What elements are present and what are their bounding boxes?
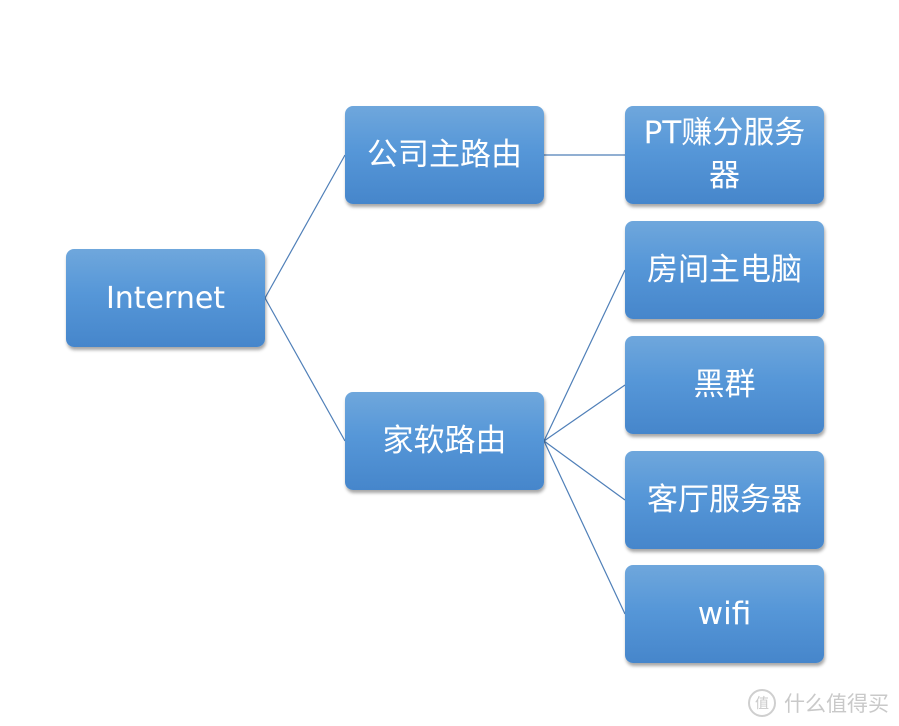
connector-home_router-nas <box>543 384 626 442</box>
node-home-router: 家软路由 <box>345 392 544 490</box>
connector-internet-company_router <box>264 154 346 299</box>
connector-home_router-living_server <box>543 440 626 501</box>
connector-home_router-wifi <box>543 440 626 615</box>
node-room-pc: 房间主电脑 <box>625 221 824 319</box>
node-internet: Internet <box>66 249 265 347</box>
node-label: 公司主路由 <box>367 136 522 173</box>
node-company-router: 公司主路由 <box>345 106 544 204</box>
node-label: 房间主电脑 <box>647 251 802 288</box>
connector-home_router-room_pc <box>543 269 626 442</box>
node-pt-server: PT赚分服务器 <box>625 106 824 204</box>
node-nas: 黑群 <box>625 336 824 434</box>
node-label: PT赚分服务器 <box>643 115 806 194</box>
node-living-server: 客厅服务器 <box>625 451 824 549</box>
watermark: 值 什么值得买 <box>748 688 889 718</box>
node-wifi: wifi <box>625 565 824 663</box>
node-label: 家软路由 <box>382 422 507 459</box>
node-label: wifi <box>697 595 752 632</box>
watermark-logo-icon: 值 <box>748 689 776 717</box>
node-label: Internet <box>105 280 226 316</box>
node-label: 黑群 <box>693 366 756 403</box>
connector-internet-home_router <box>264 297 346 442</box>
watermark-text: 什么值得买 <box>784 692 889 716</box>
node-label: 客厅服务器 <box>647 481 802 518</box>
